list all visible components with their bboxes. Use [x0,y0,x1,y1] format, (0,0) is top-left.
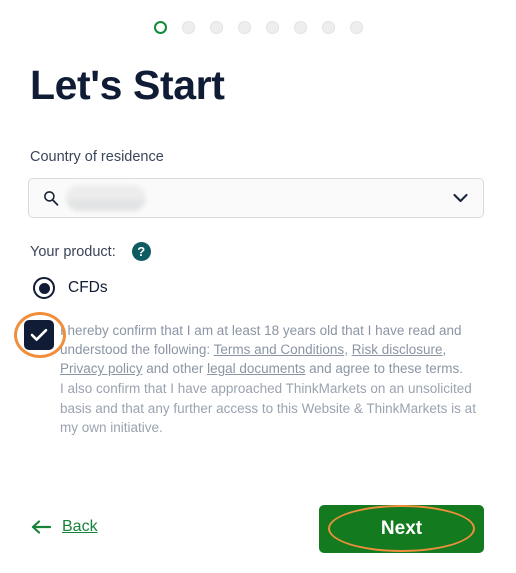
step-dot-7[interactable] [321,21,335,34]
registration-page: Let's Start Country of residence Your pr… [0,0,516,573]
step-dot-2[interactable] [181,21,195,34]
progress-stepper [0,21,516,34]
country-field-label: Country of residence [30,149,164,165]
step-dot-6[interactable] [293,21,307,34]
consent-sep-3: and other [142,361,208,376]
radio-button-cfds[interactable] [33,277,55,299]
step-dot-4[interactable] [237,21,251,34]
check-icon [30,328,48,341]
consent-checkbox[interactable] [24,320,54,350]
risk-disclosure-link[interactable]: Risk disclosure [352,342,443,357]
product-label: Your product: [30,243,116,260]
step-dot-1[interactable] [153,21,167,34]
question-mark-icon[interactable]: ? [131,242,151,261]
product-option-cfds[interactable]: CFDs [33,277,108,299]
search-icon [44,191,59,206]
step-dot-8[interactable] [349,21,363,34]
consent-paragraph-1: I hereby confirm that I am at least 18 y… [60,321,486,378]
next-button[interactable]: Next [319,505,484,553]
radio-label-cfds: CFDs [68,279,108,296]
country-value-redacted [66,185,146,211]
arrow-left-icon [31,520,52,534]
legal-documents-link[interactable]: legal documents [207,361,305,376]
page-title: Let's Start [30,62,225,108]
consent-sep-2: , [442,342,447,357]
terms-and-conditions-link[interactable]: Terms and Conditions [214,342,345,357]
step-dot-3[interactable] [209,21,223,34]
consent-sep-1: , [344,342,352,357]
back-button-label: Back [62,518,98,535]
privacy-policy-link[interactable]: Privacy policy [60,361,143,376]
consent-paragraph-2: I also confirm that I have approached Th… [60,381,476,435]
product-section-header: Your product: ? [30,242,151,261]
chevron-down-icon[interactable] [453,193,468,203]
country-select[interactable] [28,178,484,218]
back-button[interactable]: Back [31,518,98,536]
consent-text-part-end: and agree to these terms. [305,361,463,376]
step-dot-5[interactable] [265,21,279,34]
